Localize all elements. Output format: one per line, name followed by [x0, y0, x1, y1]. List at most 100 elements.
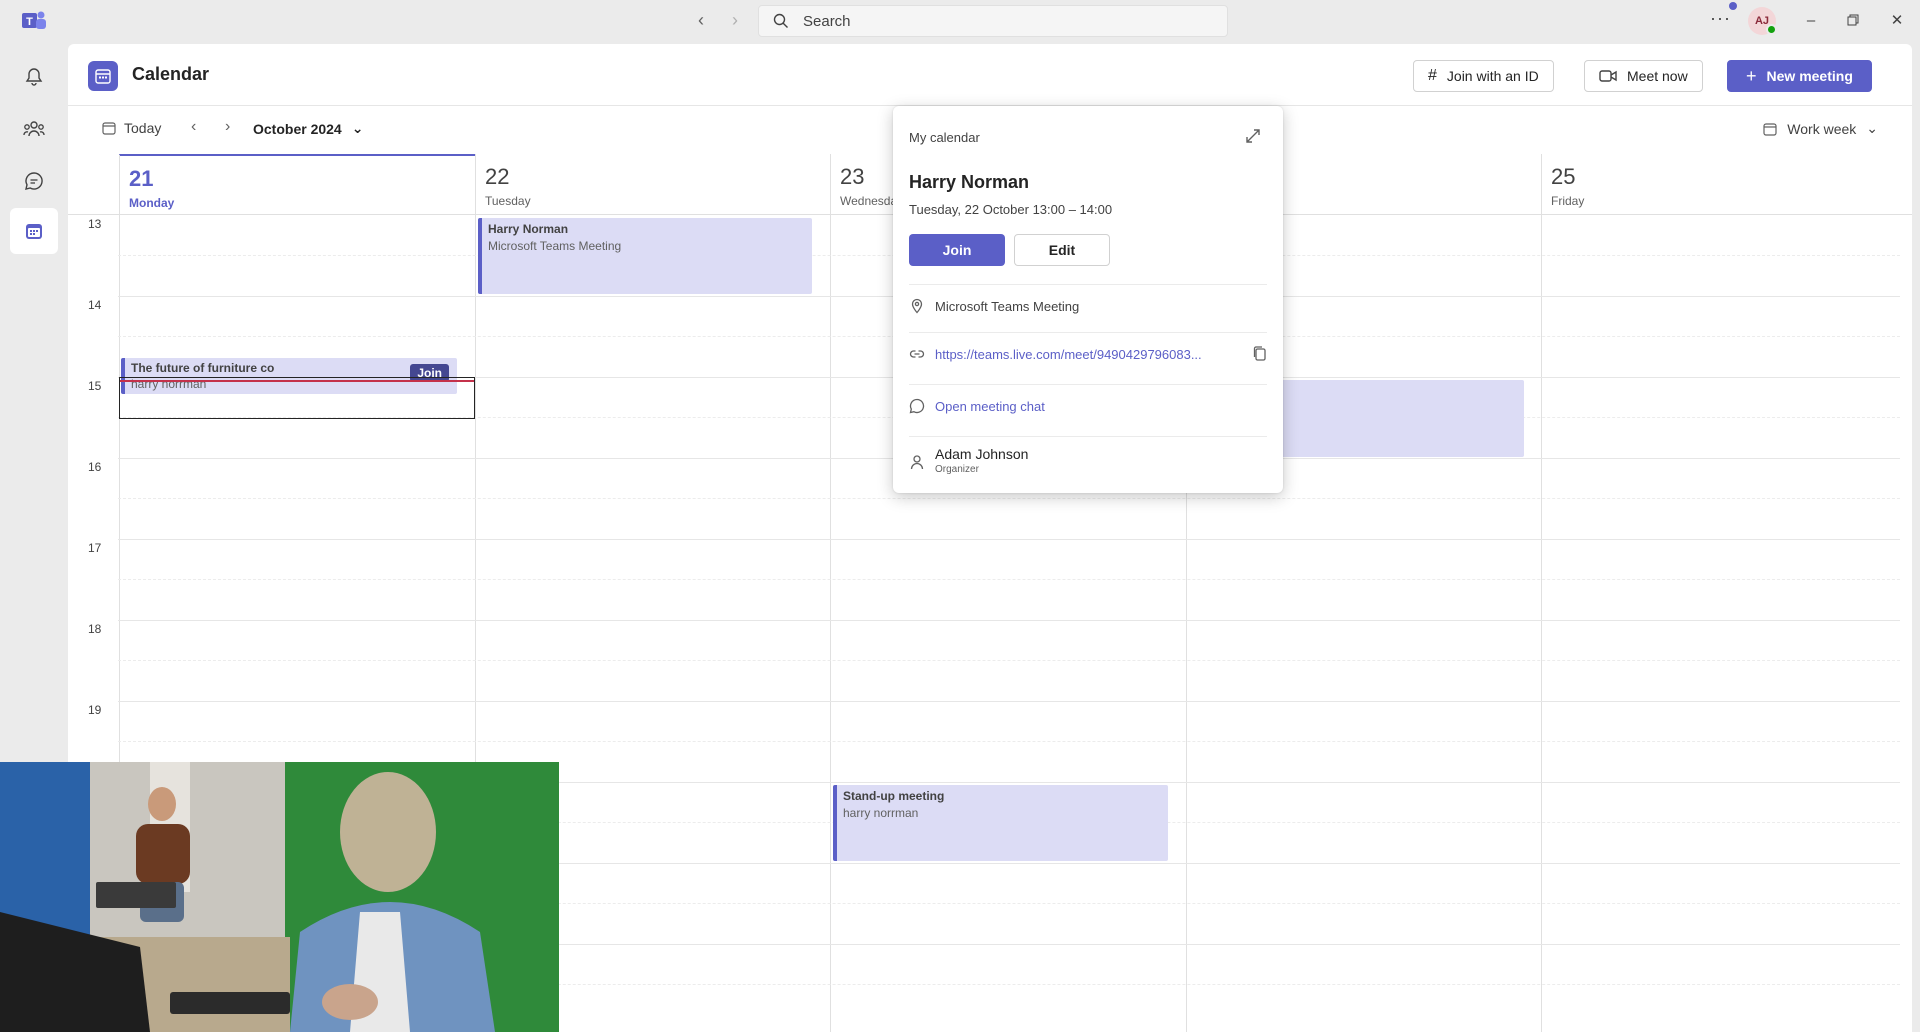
day-number: 23: [840, 164, 865, 189]
popup-location: Microsoft Teams Meeting: [935, 298, 1080, 314]
popup-calendar-name: My calendar: [909, 130, 980, 145]
meet-now-button[interactable]: Meet now: [1584, 60, 1703, 92]
popup-join-button[interactable]: Join: [909, 234, 1005, 266]
half-hour-line: [118, 660, 1900, 661]
search-icon: [773, 13, 788, 28]
work-week-icon: [1763, 122, 1777, 136]
video-camera-icon: [1599, 70, 1617, 82]
event-title: Harry Norman: [488, 222, 569, 236]
day-name: Tuesday: [485, 194, 531, 208]
event-subtitle: Microsoft Teams Meeting: [488, 239, 622, 253]
location-pin-icon: [911, 298, 923, 314]
day-header-friday[interactable]: 25 Friday: [1541, 154, 1900, 214]
popup-edit-button[interactable]: Edit: [1014, 234, 1110, 266]
back-arrow-icon[interactable]: ‹: [690, 9, 712, 31]
day-header-tuesday[interactable]: 22 Tuesday: [475, 154, 830, 214]
chevron-down-icon: ⌄: [351, 120, 364, 136]
column-divider: [830, 155, 831, 1032]
join-with-id-label: Join with an ID: [1446, 68, 1539, 84]
calendar-header: Calendar # Join with an ID Meet now + Ne…: [68, 44, 1912, 106]
event-stand-up-meeting[interactable]: Stand-up meeting harry norrman: [833, 785, 1168, 861]
event-subtitle: harry norrman: [843, 806, 919, 820]
open-chat-row[interactable]: Open meeting chat: [909, 398, 1267, 414]
svg-text:T: T: [26, 16, 33, 28]
copy-icon[interactable]: [1253, 346, 1267, 362]
join-with-id-button[interactable]: # Join with an ID: [1413, 60, 1554, 92]
organizer-role: Organizer: [935, 464, 979, 475]
hour-label: 15: [88, 379, 102, 393]
hour-line: [118, 701, 1900, 702]
organizer-name: Adam Johnson: [935, 446, 1029, 462]
person-icon: [910, 455, 924, 470]
month-label: October 2024: [253, 120, 342, 137]
hour-label: 14: [88, 298, 102, 312]
close-icon[interactable]: ✕: [1882, 8, 1912, 32]
chevron-down-icon: ⌄: [1866, 120, 1878, 136]
hash-icon: #: [1428, 67, 1437, 84]
open-meeting-chat-link[interactable]: Open meeting chat: [935, 399, 1045, 414]
divider: [909, 384, 1267, 385]
hour-label: 13: [88, 217, 102, 231]
activity-bell-icon[interactable]: [10, 54, 58, 100]
half-hour-line: [118, 741, 1900, 742]
popup-location-row: Microsoft Teams Meeting: [909, 298, 1267, 314]
hour-line: [118, 539, 1900, 540]
divider: [909, 436, 1267, 437]
calendar-today-icon: [102, 122, 116, 135]
calendar-rail-icon[interactable]: [10, 208, 58, 254]
plus-icon: +: [1746, 65, 1757, 86]
today-label: Today: [124, 120, 162, 136]
view-switcher[interactable]: Work week ⌄: [1763, 120, 1878, 137]
meet-now-label: Meet now: [1627, 68, 1688, 84]
expand-icon[interactable]: [1245, 128, 1261, 147]
previous-week-icon[interactable]: ‹: [191, 118, 196, 136]
hour-label: 17: [88, 541, 102, 555]
divider: [909, 332, 1267, 333]
view-label: Work week: [1787, 120, 1857, 137]
day-number: 25: [1551, 164, 1576, 189]
new-meeting-button[interactable]: + New meeting: [1727, 60, 1872, 92]
chat-icon[interactable]: [10, 158, 58, 204]
new-meeting-label: New meeting: [1766, 68, 1853, 84]
column-divider: [1541, 155, 1542, 1032]
next-week-icon[interactable]: ›: [225, 118, 230, 136]
day-number: 22: [485, 164, 510, 189]
popup-link-row: https://teams.live.com/meet/949042979608…: [909, 346, 1267, 362]
event-title: Stand-up meeting: [843, 789, 945, 803]
selected-slot[interactable]: [119, 377, 475, 419]
search-input[interactable]: Search: [758, 5, 1228, 37]
hour-label: 19: [88, 703, 102, 717]
day-header-monday[interactable]: 21 Monday: [119, 154, 475, 214]
meeting-details-popup: My calendar Harry Norman Tuesday, 22 Oct…: [893, 106, 1283, 493]
forward-arrow-icon[interactable]: ›: [724, 9, 746, 31]
video-feed: [0, 762, 559, 1032]
communities-icon[interactable]: [10, 106, 58, 152]
half-hour-line: [118, 498, 1900, 499]
day-number: 21: [129, 166, 154, 191]
presence-available-icon: [1766, 24, 1777, 35]
minimize-icon[interactable]: –: [1796, 8, 1826, 32]
organizer-row[interactable]: Adam Johnson Organizer: [909, 446, 1267, 475]
page-title: Calendar: [132, 64, 210, 84]
restore-icon[interactable]: [1838, 8, 1868, 32]
teams-logo-icon: T: [22, 10, 46, 32]
day-name: Monday: [129, 196, 175, 210]
calendar-logo-icon: [88, 61, 118, 91]
event-harry-norman[interactable]: Harry Norman Microsoft Teams Meeting: [478, 218, 812, 294]
today-button[interactable]: Today: [102, 120, 161, 136]
title-bar: T ‹ › Search ··· AJ – ✕: [0, 0, 1920, 42]
search-placeholder: Search: [803, 12, 851, 30]
day-name: Friday: [1551, 194, 1585, 208]
divider: [909, 284, 1267, 285]
link-icon: [909, 350, 925, 358]
half-hour-line: [118, 579, 1900, 580]
hour-line: [118, 620, 1900, 621]
chat-bubble-icon: [909, 398, 925, 414]
more-options-icon[interactable]: ···: [1710, 8, 1731, 29]
hour-label: 16: [88, 460, 102, 474]
event-title: The future of furniture co: [131, 361, 275, 375]
month-picker[interactable]: October 2024 ⌄: [253, 120, 363, 137]
meeting-link[interactable]: https://teams.live.com/meet/949042979608…: [935, 347, 1202, 362]
hour-label: 18: [88, 622, 102, 636]
popup-time: Tuesday, 22 October 13:00 – 14:00: [909, 202, 1113, 217]
